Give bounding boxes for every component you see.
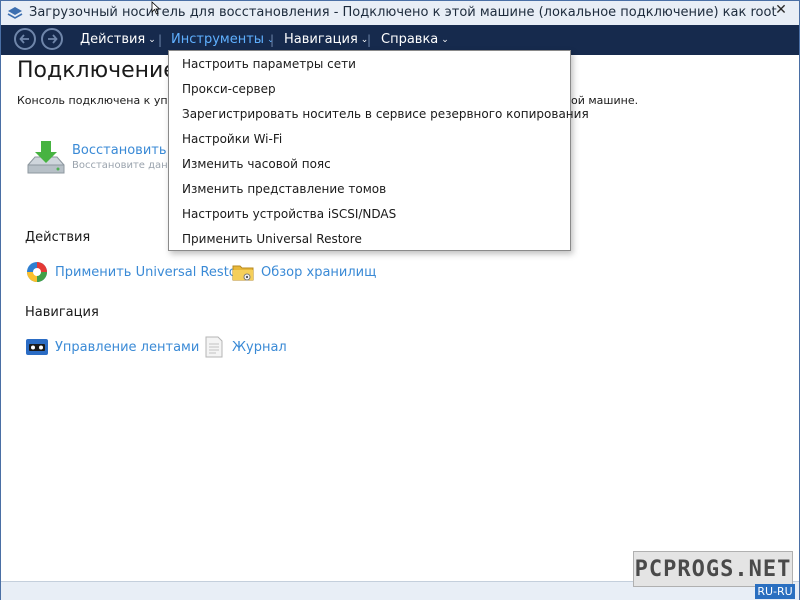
tools-dropdown-menu: Настроить параметры сети Прокси-сервер З… xyxy=(168,50,589,251)
log-label: Журнал xyxy=(232,339,287,355)
actions-header: Действия xyxy=(25,230,91,245)
tape-management-label: Управление лентами xyxy=(55,339,200,355)
dropdown-item-network-settings[interactable]: Настроить параметры сети xyxy=(182,57,356,71)
dropdown-item-proxy-server[interactable]: Прокси-сервер xyxy=(182,82,276,96)
app-window: Загрузочный носитель для восстановления … xyxy=(0,0,800,600)
back-button[interactable] xyxy=(14,28,36,50)
menu-navigation-label: Навигация xyxy=(284,32,358,47)
menu-separator: | xyxy=(158,33,163,47)
dropdown-item-volume-view[interactable]: Изменить представление томов xyxy=(182,182,386,196)
menu-actions[interactable]: Действия ⌄ xyxy=(80,32,156,47)
close-button[interactable]: ✕ xyxy=(767,1,795,19)
arrow-right-icon xyxy=(48,34,58,44)
log-icon xyxy=(205,336,223,358)
dropdown-item-register-media[interactable]: Зарегистрировать носитель в сервисе резе… xyxy=(182,107,589,121)
tape-management-link[interactable]: Управление лентами xyxy=(25,335,199,359)
chevron-down-icon: ⌄ xyxy=(441,35,449,45)
chevron-down-icon: ⌄ xyxy=(148,35,156,45)
window-title: Загрузочный носитель для восстановления … xyxy=(29,5,777,20)
menu-tools[interactable]: Инструменты ⌄ xyxy=(171,32,275,47)
dropdown-item-wifi-settings[interactable]: Настройки Wi-Fi xyxy=(182,132,282,146)
tape-icon xyxy=(26,339,48,355)
browse-storage-link[interactable]: Обзор хранилищ xyxy=(231,260,376,284)
close-icon: ✕ xyxy=(775,2,787,18)
menu-help-label: Справка xyxy=(381,32,439,47)
log-link[interactable]: Журнал xyxy=(202,335,287,359)
menu-separator: | xyxy=(270,33,275,47)
universal-restore-icon xyxy=(27,262,47,282)
dropdown-item-universal-restore[interactable]: Применить Universal Restore xyxy=(182,232,362,246)
apply-universal-restore-label: Применить Universal Restore xyxy=(55,264,250,280)
app-layers-icon xyxy=(7,7,23,19)
menu-separator: | xyxy=(367,33,372,47)
restore-label: Восстановить xyxy=(72,143,167,158)
forward-button[interactable] xyxy=(41,28,63,50)
menu-actions-label: Действия xyxy=(80,32,146,47)
page-subtitle-tail: ой машине. xyxy=(571,94,639,107)
menu-help[interactable]: Справка ⌄ xyxy=(381,32,449,47)
arrow-left-icon xyxy=(19,34,29,44)
language-indicator[interactable]: RU-RU xyxy=(755,584,795,599)
dropdown-item-iscsi-ndas[interactable]: Настроить устройства iSCSI/NDAS xyxy=(182,207,396,221)
apply-universal-restore-link[interactable]: Применить Universal Restore xyxy=(25,260,250,284)
browse-storage-label: Обзор хранилищ xyxy=(261,264,377,280)
folder-icon xyxy=(232,265,254,281)
menu-tools-label: Инструменты xyxy=(171,32,265,47)
dropdown-item-timezone[interactable]: Изменить часовой пояс xyxy=(182,157,331,171)
navigation-header: Навигация xyxy=(25,305,99,320)
title-bar: Загрузочный носитель для восстановления … xyxy=(1,1,799,26)
menu-navigation[interactable]: Навигация ⌄ xyxy=(284,32,368,47)
mouse-cursor-icon xyxy=(151,1,161,15)
watermark-badge: PCPROGS.NET xyxy=(633,551,793,587)
restore-drive-icon xyxy=(27,141,65,174)
